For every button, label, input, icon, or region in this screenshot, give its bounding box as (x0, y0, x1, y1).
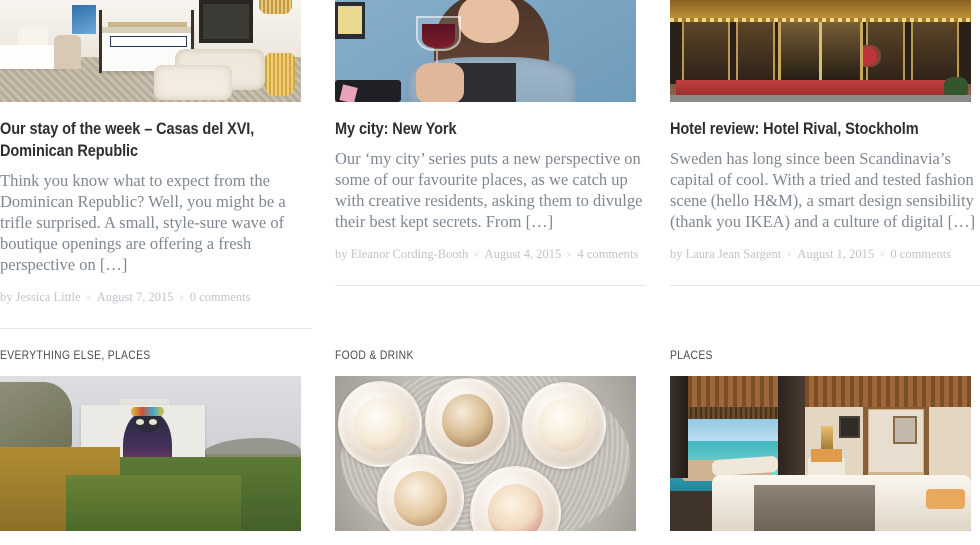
card-divider (670, 285, 980, 286)
post-card-ayada-maldives: PLACES (670, 329, 980, 545)
meta-separator-icon: × (786, 249, 793, 261)
post-comments[interactable]: 0 comments (890, 247, 951, 261)
hotel-bedroom-image (0, 0, 301, 102)
post-card-casas-del-xvi: Our stay of the week – Casas del XVI, Do… (0, 0, 335, 329)
street-art-mural-image (0, 376, 301, 531)
maldives-villa-image (670, 376, 971, 531)
street-art-mural-photo[interactable] (0, 376, 301, 531)
post-row-2: EVERYTHING ELSE, PLACES Spotlight on: Th… (0, 329, 980, 545)
woman-with-wine-image (335, 0, 636, 102)
post-meta: by Laura Jean Sargent × August 1, 2015 × 0 c… (670, 246, 980, 263)
blog-archive-page: Our stay of the week – Casas del XVI, Do… (0, 0, 980, 545)
post-date: August 7, 2015 (96, 290, 174, 304)
post-author[interactable]: by Laura Jean Sargent (670, 247, 781, 261)
ice-cream-bowls-image (335, 376, 636, 531)
post-category[interactable]: FOOD & DRINK (335, 348, 644, 362)
meta-separator-icon: × (85, 292, 92, 304)
maldives-villa-photo[interactable] (670, 376, 971, 531)
post-author[interactable]: by Eleanor Cording-Booth (335, 247, 468, 261)
post-card-my-city-new-york: My city: New York Our ‘my city’ series p… (335, 0, 670, 329)
woman-with-wine-photo[interactable] (335, 0, 636, 102)
post-date: August 1, 2015 (797, 247, 875, 261)
post-category[interactable]: EVERYTHING ELSE, PLACES (0, 348, 309, 362)
meta-separator-icon: × (879, 249, 886, 261)
post-title[interactable]: Our stay of the week – Casas del XVI, Do… (0, 118, 308, 162)
meta-separator-icon: × (566, 249, 573, 261)
hotel-entrance-image (670, 0, 971, 102)
meta-separator-icon: × (473, 249, 480, 261)
post-excerpt: Sweden has long since been Scandinavia’s… (670, 149, 976, 231)
post-comments[interactable]: 4 comments (578, 247, 639, 261)
post-excerpt: Think you know what to expect from the D… (0, 171, 286, 274)
post-grid: Our stay of the week – Casas del XVI, Do… (0, 0, 980, 545)
post-meta: by Eleanor Cording-Booth × August 4, 2015 ×… (335, 246, 645, 263)
post-author[interactable]: by Jessica Little (0, 290, 81, 304)
post-row-1: Our stay of the week – Casas del XVI, Do… (0, 0, 980, 329)
post-card-unfinished-museum-urban-art: EVERYTHING ELSE, PLACES Spotlight on: Th… (0, 329, 335, 545)
post-title[interactable]: My city: New York (335, 118, 643, 140)
card-divider (335, 285, 646, 286)
post-date: August 4, 2015 (484, 247, 562, 261)
post-excerpt: Our ‘my city’ series puts a new perspect… (335, 149, 643, 231)
post-card-great-ice-cream-parlours: FOOD & DRINK Great ice cream parlours ar… (335, 329, 670, 545)
hotel-bedroom-photo[interactable] (0, 0, 301, 102)
post-title[interactable]: Hotel review: Hotel Rival, Stockholm (670, 118, 980, 140)
post-meta: by Jessica Little × August 7, 2015 × 0 comme… (0, 289, 310, 306)
hotel-entrance-photo[interactable] (670, 0, 971, 102)
meta-separator-icon: × (178, 292, 185, 304)
post-category[interactable]: PLACES (670, 348, 980, 362)
post-card-hotel-rival-stockholm: Hotel review: Hotel Rival, Stockholm Swe… (670, 0, 980, 329)
ice-cream-bowls-photo[interactable] (335, 376, 636, 531)
post-comments[interactable]: 0 comments (190, 290, 251, 304)
